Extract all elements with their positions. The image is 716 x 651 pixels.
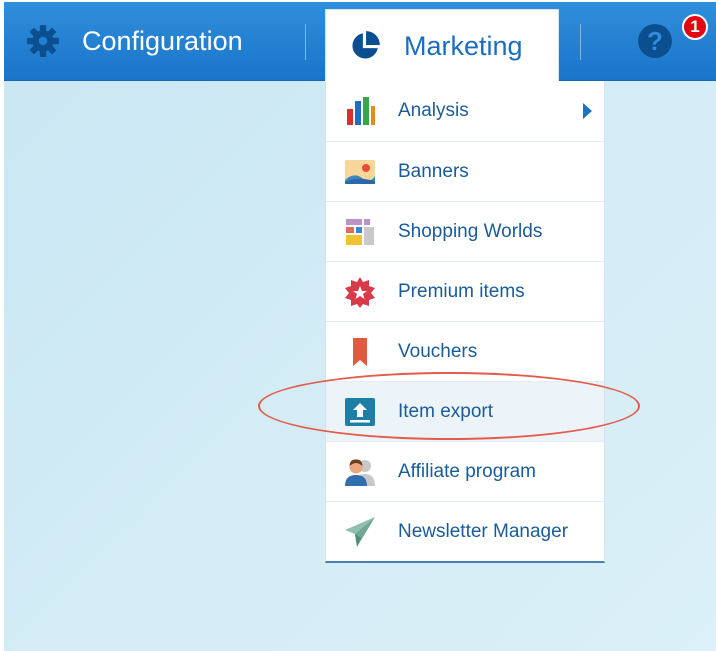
bar-chart-icon: [347, 97, 375, 125]
menu-item-item-export[interactable]: Item export: [326, 381, 604, 441]
voucher-bookmark-icon: [353, 337, 367, 366]
pie-chart-icon: [352, 31, 380, 59]
notification-badge[interactable]: 1: [682, 14, 708, 40]
menu-item-label: Banners: [398, 160, 469, 182]
menu-item-vouchers[interactable]: Vouchers: [326, 321, 604, 381]
menu-item-label: Analysis: [398, 100, 469, 121]
nav-divider: [305, 24, 306, 60]
gear-icon: [27, 25, 59, 57]
menu-item-label: Affiliate program: [398, 460, 536, 482]
menu-item-banners[interactable]: Banners: [326, 141, 604, 201]
app-frame: Configuration ? 1 Marketing Analysis Ban…: [4, 2, 716, 651]
shopping-worlds-icon: [346, 218, 374, 245]
nav-divider: [580, 24, 581, 60]
menu-item-label: Shopping Worlds: [398, 220, 543, 242]
menu-item-newsletter-manager[interactable]: Newsletter Manager: [326, 501, 604, 561]
marketing-dropdown-menu: Analysis Banners Shopping Worlds Premium…: [325, 81, 605, 563]
premium-star-icon: [345, 276, 375, 308]
menu-item-label: Vouchers: [398, 340, 478, 362]
menu-item-shopping-worlds[interactable]: Shopping Worlds: [326, 201, 604, 261]
menu-item-analysis[interactable]: Analysis: [326, 81, 604, 141]
chevron-right-icon: [583, 103, 592, 119]
nav-configuration-label: Configuration: [82, 25, 243, 56]
help-icon[interactable]: ?: [638, 24, 672, 58]
menu-item-premium-items[interactable]: Premium items: [326, 261, 604, 321]
menu-item-affiliate-program[interactable]: Affiliate program: [326, 441, 604, 501]
upload-export-icon: [345, 397, 375, 426]
menu-item-label: Premium items: [398, 280, 525, 302]
nav-configuration[interactable]: Configuration: [26, 2, 243, 80]
nav-marketing-label: Marketing: [404, 30, 523, 61]
paper-plane-icon: [345, 516, 375, 547]
affiliate-users-icon: [345, 458, 375, 486]
menu-item-label: Newsletter Manager: [398, 520, 569, 542]
menu-item-label: Item export: [398, 400, 494, 422]
nav-marketing[interactable]: Marketing: [325, 9, 559, 82]
banner-image-icon: [345, 159, 375, 184]
